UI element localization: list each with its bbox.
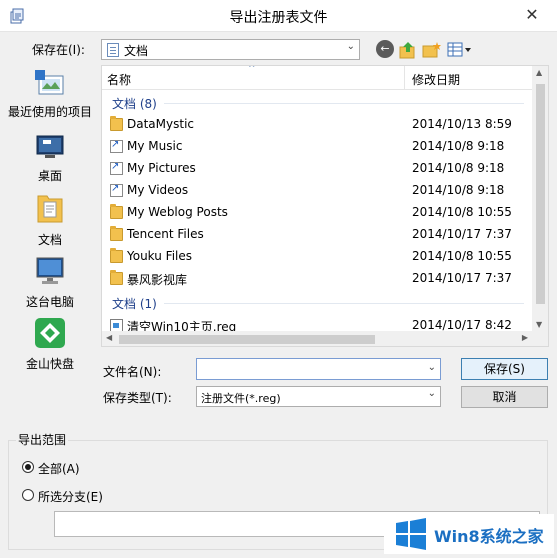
- group-header[interactable]: 文档 (8): [112, 95, 157, 112]
- item-date: 2014/10/8 10:55: [412, 205, 512, 219]
- item-date: 2014/10/17 7:37: [412, 227, 512, 241]
- back-icon[interactable]: ←: [376, 40, 394, 58]
- sort-ascending-icon: ^: [248, 65, 256, 74]
- item-date: 2014/10/17 8:42: [412, 318, 512, 332]
- list-item[interactable]: My Pictures 2014/10/8 9:18: [102, 158, 532, 180]
- place-this-pc[interactable]: 这台电脑: [0, 256, 100, 310]
- filetype-label: 保存类型(T):: [103, 391, 172, 405]
- item-date: 2014/10/13 8:59: [412, 117, 512, 131]
- item-date: 2014/10/8 9:18: [412, 183, 505, 197]
- lookin-label: 保存在(I):: [32, 43, 85, 57]
- scroll-thumb[interactable]: [536, 84, 545, 304]
- watermark-text: Win8系统之家: [434, 527, 544, 546]
- watermark: Win8系统之家: [384, 514, 554, 554]
- folder-icon: [110, 204, 123, 219]
- documents-icon: [107, 43, 119, 57]
- list-item[interactable]: My Music 2014/10/8 9:18: [102, 136, 532, 158]
- radio-all-label[interactable]: 全部(A): [38, 460, 80, 477]
- chevron-down-icon[interactable]: ⌄: [428, 362, 436, 373]
- item-date: 2014/10/8 10:55: [412, 249, 512, 263]
- export-range-title: 导出范围: [16, 431, 69, 448]
- item-date: 2014/10/8 9:18: [412, 161, 505, 175]
- recent-items-icon: [35, 70, 64, 95]
- this-pc-icon: [36, 257, 64, 284]
- chevron-down-icon: ⌄: [427, 388, 436, 399]
- column-header-date[interactable]: 修改日期: [412, 71, 460, 88]
- shortcut-icon: [110, 139, 123, 153]
- new-folder-icon[interactable]: [422, 40, 442, 60]
- list-item[interactable]: Youku Files 2014/10/8 10:55: [102, 246, 532, 268]
- documents-icon: [37, 195, 63, 223]
- filetype-value: 注册文件(*.reg): [201, 392, 281, 405]
- item-name: Tencent Files: [127, 227, 204, 241]
- place-kuaipan[interactable]: 金山快盘: [0, 316, 100, 372]
- radio-selected-branch[interactable]: [22, 489, 34, 501]
- radio-all[interactable]: [22, 461, 34, 473]
- group-divider: [164, 103, 524, 104]
- up-folder-icon[interactable]: [399, 40, 417, 60]
- place-desktop[interactable]: 桌面: [0, 132, 100, 184]
- group-divider: [164, 303, 524, 304]
- window-title: 导出注册表文件: [229, 10, 328, 26]
- place-label: 桌面: [37, 169, 62, 183]
- vertical-scrollbar[interactable]: ▲ ▼: [532, 66, 548, 331]
- place-recent[interactable]: 最近使用的项目: [0, 68, 100, 120]
- item-name: Youku Files: [127, 249, 193, 263]
- item-date: 2014/10/17 7:37: [412, 271, 512, 285]
- list-item[interactable]: My Videos 2014/10/8 9:18: [102, 180, 532, 202]
- shortcut-icon: [110, 161, 123, 175]
- folder-icon: [110, 226, 123, 241]
- list-item[interactable]: 暴风影视库 2014/10/17 7:37: [102, 268, 532, 290]
- folder-icon: [110, 116, 123, 131]
- column-header-name[interactable]: 名称: [107, 71, 131, 88]
- item-name: DataMystic: [127, 117, 194, 131]
- file-list[interactable]: ^ 名称 修改日期 文档 (8) DataMystic 2014/10/13 8…: [101, 65, 549, 347]
- item-name: My Music: [127, 139, 183, 153]
- item-name: My Weblog Posts: [127, 205, 228, 219]
- places-bar: 最近使用的项目 桌面 文档 这台电脑 金山快盘: [0, 64, 100, 380]
- list-item[interactable]: DataMystic 2014/10/13 8:59: [102, 114, 532, 136]
- filetype-select[interactable]: 注册文件(*.reg) ⌄: [196, 386, 441, 407]
- radio-selected-branch-label[interactable]: 所选分支(E): [38, 488, 103, 505]
- desktop-icon: [36, 135, 64, 158]
- scroll-up-icon[interactable]: ▲: [536, 68, 542, 77]
- folder-icon: [110, 248, 123, 263]
- shortcut-icon: [110, 183, 123, 197]
- scroll-left-icon[interactable]: ◀: [106, 333, 112, 342]
- place-label: 最近使用的项目: [7, 105, 92, 119]
- list-item[interactable]: Tencent Files 2014/10/17 7:37: [102, 224, 532, 246]
- group-header[interactable]: 文档 (1): [112, 295, 157, 312]
- filename-input[interactable]: ⌄: [196, 358, 441, 380]
- windows-logo-icon: [396, 518, 426, 550]
- close-icon[interactable]: ✕: [521, 5, 543, 25]
- folder-icon: [110, 270, 123, 285]
- scroll-down-icon[interactable]: ▼: [536, 320, 542, 329]
- list-item[interactable]: My Weblog Posts 2014/10/8 10:55: [102, 202, 532, 224]
- list-header: ^ 名称 修改日期: [102, 66, 532, 90]
- lookin-value: 文档: [124, 44, 149, 58]
- title-bar: 导出注册表文件 ✕: [0, 0, 557, 32]
- cancel-button[interactable]: 取消: [461, 386, 548, 408]
- view-menu-icon[interactable]: [447, 40, 473, 60]
- item-name: My Pictures: [127, 161, 196, 175]
- item-name: 暴风影视库: [127, 273, 188, 287]
- horizontal-scrollbar[interactable]: ◀ ▶: [102, 331, 532, 346]
- item-name: My Videos: [127, 183, 189, 197]
- chevron-down-icon: ⌄: [346, 41, 355, 52]
- item-date: 2014/10/8 9:18: [412, 139, 505, 153]
- scroll-right-icon[interactable]: ▶: [522, 333, 528, 342]
- place-label: 金山快盘: [25, 357, 74, 371]
- column-divider[interactable]: [404, 66, 405, 90]
- save-button[interactable]: 保存(S): [461, 358, 548, 380]
- kuaipan-icon: [35, 318, 65, 348]
- scroll-corner: [532, 331, 548, 346]
- lookin-combo[interactable]: 文档 ⌄: [101, 39, 360, 60]
- filename-label: 文件名(N):: [103, 365, 162, 379]
- place-documents[interactable]: 文档: [0, 192, 100, 248]
- place-label: 这台电脑: [25, 295, 74, 309]
- place-label: 文档: [37, 233, 62, 247]
- scroll-thumb[interactable]: [119, 335, 375, 344]
